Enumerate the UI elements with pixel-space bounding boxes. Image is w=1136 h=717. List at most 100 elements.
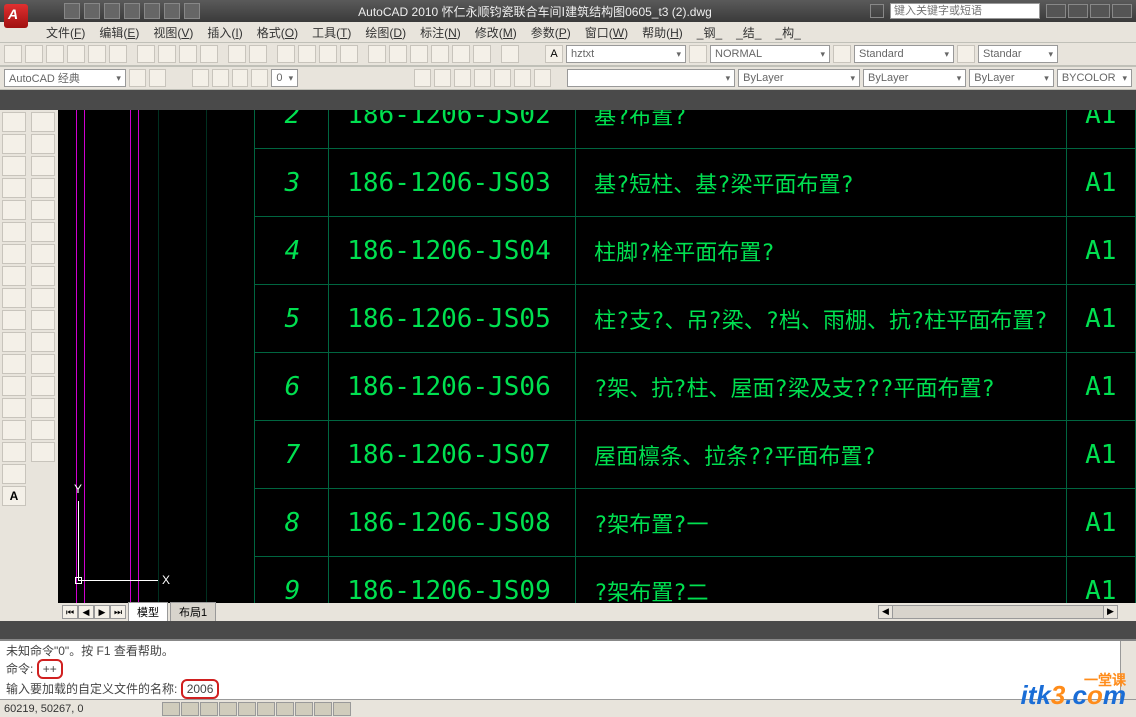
revcloud-icon[interactable] <box>534 69 551 87</box>
menu-_钢_[interactable]: _钢_ <box>691 22 728 43</box>
scale-icon[interactable] <box>31 266 55 286</box>
qat-undo-icon[interactable] <box>124 3 140 19</box>
menu-文件[interactable]: 文件(F) <box>40 22 91 43</box>
menu-绘图[interactable]: 绘图(D) <box>359 22 412 43</box>
make-block-icon[interactable] <box>2 354 26 374</box>
dim-icon[interactable] <box>689 45 707 63</box>
close-icon[interactable] <box>1112 4 1132 18</box>
group-combo[interactable]: 0 <box>271 69 298 87</box>
dc-icon[interactable] <box>389 45 407 63</box>
minimize-icon[interactable] <box>1068 4 1088 18</box>
menu-插入[interactable]: 插入(I) <box>201 22 248 43</box>
maximize-icon[interactable] <box>1090 4 1110 18</box>
ws-settings-icon[interactable] <box>129 69 146 87</box>
image-icon[interactable] <box>474 69 491 87</box>
dim-style-combo[interactable]: NORMAL <box>710 45 830 63</box>
copy-icon[interactable] <box>158 45 176 63</box>
mirror-icon[interactable] <box>31 156 55 176</box>
ml-style-combo[interactable]: Standar <box>978 45 1058 63</box>
text-icon[interactable]: A <box>545 45 563 63</box>
lineweight-combo[interactable]: ByLayer <box>969 69 1054 87</box>
qp-toggle[interactable] <box>333 702 351 716</box>
polygon-icon[interactable] <box>2 178 26 198</box>
line-icon[interactable] <box>2 112 26 132</box>
ellipse-arc-icon[interactable] <box>2 310 26 330</box>
ortho-toggle[interactable] <box>200 702 218 716</box>
menu-编辑[interactable]: 编辑(E) <box>93 22 145 43</box>
arc-icon[interactable] <box>2 222 26 242</box>
menu-窗口[interactable]: 窗口(W) <box>579 22 634 43</box>
spline-icon[interactable] <box>2 266 26 286</box>
join-icon[interactable] <box>31 376 55 396</box>
open-icon[interactable] <box>25 45 43 63</box>
layer-icon[interactable] <box>192 69 209 87</box>
redo-icon[interactable] <box>249 45 267 63</box>
extend-icon[interactable] <box>31 332 55 352</box>
break-icon[interactable] <box>31 354 55 374</box>
point-icon[interactable] <box>2 376 26 396</box>
props-icon[interactable] <box>368 45 386 63</box>
otrack-toggle[interactable] <box>257 702 275 716</box>
ml-icon[interactable] <box>957 45 975 63</box>
polar-toggle[interactable] <box>219 702 237 716</box>
layer-combo[interactable] <box>567 69 735 87</box>
qat-redo-icon[interactable] <box>144 3 160 19</box>
preview-icon[interactable] <box>88 45 106 63</box>
lwt-toggle[interactable] <box>314 702 332 716</box>
table-icon[interactable] <box>833 45 851 63</box>
new-icon[interactable] <box>4 45 22 63</box>
text-style-combo[interactable]: hztxt <box>566 45 686 63</box>
tp-icon[interactable] <box>410 45 428 63</box>
fillet-icon[interactable] <box>31 420 55 440</box>
field-icon[interactable] <box>494 69 511 87</box>
menu-帮助[interactable]: 帮助(H) <box>636 22 689 43</box>
copy-mod-icon[interactable] <box>31 134 55 154</box>
insert-block-icon[interactable] <box>2 332 26 352</box>
tab-model[interactable]: 模型 <box>128 602 168 621</box>
ducs-toggle[interactable] <box>276 702 294 716</box>
layer-prev-icon[interactable] <box>251 69 268 87</box>
wipeout-icon[interactable] <box>514 69 531 87</box>
cut-icon[interactable] <box>137 45 155 63</box>
ws-lock-icon[interactable] <box>149 69 166 87</box>
info-center-icon[interactable] <box>870 4 884 18</box>
color-combo[interactable]: ByLayer <box>738 69 860 87</box>
menu-_结_[interactable]: _结_ <box>730 22 767 43</box>
menu-视图[interactable]: 视图(V) <box>147 22 199 43</box>
help-icon[interactable] <box>1046 4 1066 18</box>
block-icon[interactable] <box>414 69 431 87</box>
array-icon[interactable] <box>31 200 55 220</box>
qat-print-icon[interactable] <box>164 3 180 19</box>
pan-icon[interactable] <box>277 45 295 63</box>
command-input-line[interactable]: 输入要加载的自定义文件的名称: 2006 <box>6 679 1130 699</box>
match-icon[interactable] <box>200 45 218 63</box>
save-icon[interactable] <box>46 45 64 63</box>
layer-iso-icon[interactable] <box>232 69 249 87</box>
menu-标注[interactable]: 标注(N) <box>414 22 467 43</box>
help-icon[interactable] <box>501 45 519 63</box>
pline-icon[interactable] <box>2 156 26 176</box>
hscrollbar[interactable]: ◀▶ <box>878 605 1118 619</box>
publish-icon[interactable] <box>109 45 127 63</box>
tab-prev-icon[interactable]: ◀ <box>78 605 94 619</box>
insert-icon[interactable] <box>434 69 451 87</box>
xref-icon[interactable] <box>454 69 471 87</box>
search-input[interactable] <box>890 3 1040 19</box>
app-logo[interactable] <box>4 4 28 28</box>
qcalc-icon[interactable] <box>473 45 491 63</box>
zoom-win-icon[interactable] <box>319 45 337 63</box>
trim-icon[interactable] <box>31 310 55 330</box>
print-icon[interactable] <box>67 45 85 63</box>
command-window[interactable]: 未知命令"0"。按 F1 查看帮助。 命令: ++ 输入要加载的自定义文件的名称… <box>0 639 1136 699</box>
rotate-icon[interactable] <box>31 244 55 264</box>
zoom-prev-icon[interactable] <box>340 45 358 63</box>
qat-more-icon[interactable] <box>184 3 200 19</box>
table-style-combo[interactable]: Standard <box>854 45 954 63</box>
ellipse-icon[interactable] <box>2 288 26 308</box>
menu-_构_[interactable]: _构_ <box>769 22 806 43</box>
menu-修改[interactable]: 修改(M) <box>469 22 523 43</box>
plotstyle-combo[interactable]: BYCOLOR <box>1057 69 1132 87</box>
snap-toggle[interactable] <box>162 702 180 716</box>
mtext-icon[interactable]: A <box>2 486 26 506</box>
linetype-combo[interactable]: ByLayer <box>863 69 966 87</box>
